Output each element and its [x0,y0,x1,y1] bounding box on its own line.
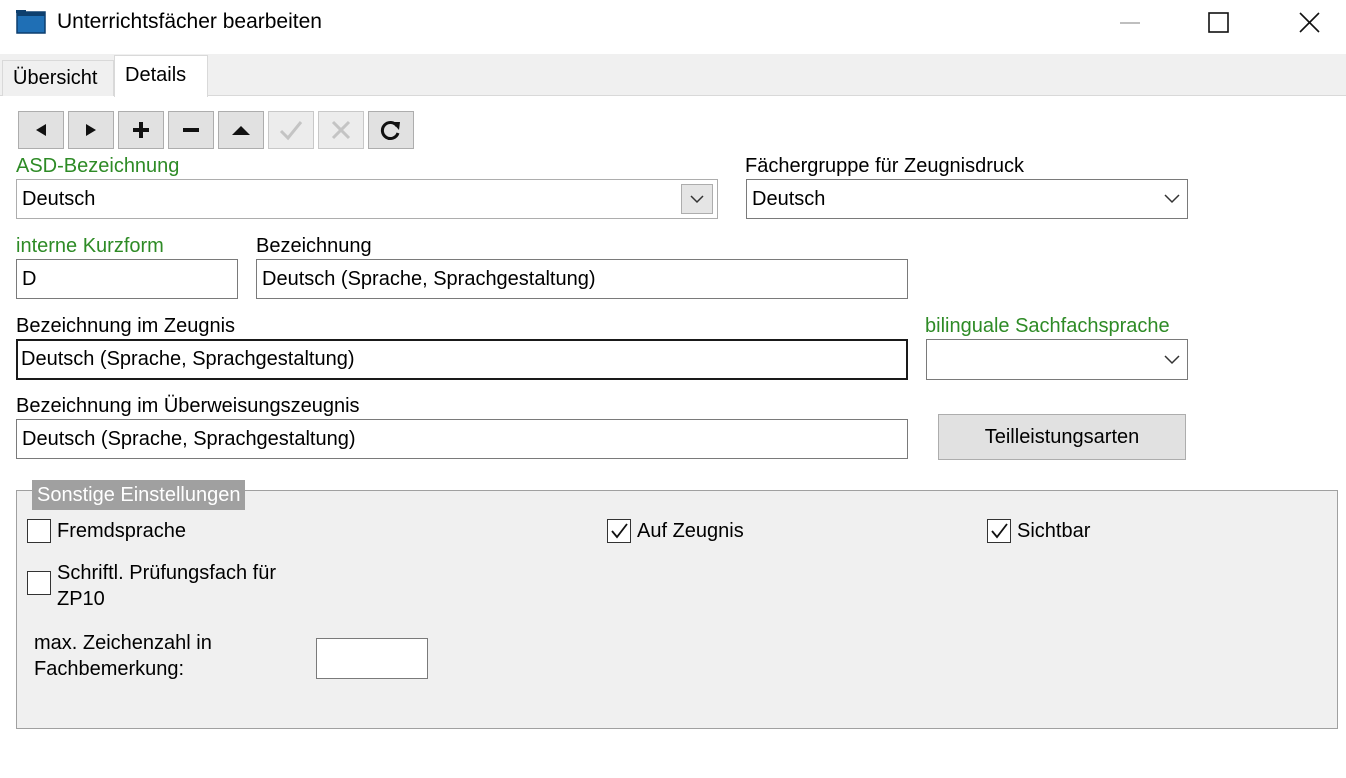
tab-uebersicht[interactable]: Übersicht [2,60,114,96]
asd-bezeichnung-combobox[interactable]: Deutsch [16,179,718,219]
bezeichnung-input[interactable]: Deutsch (Sprache, Sprachgestaltung) [256,259,908,299]
refresh-button[interactable] [368,111,414,149]
previous-record-button[interactable] [18,111,64,149]
minimize-button[interactable] [1085,0,1175,46]
bilingual-label: bilinguale Sachfachsprache [925,315,1170,337]
fremdsprache-checkbox[interactable] [27,519,51,543]
cancel-button[interactable] [318,111,364,149]
next-icon [86,124,96,136]
faechergruppe-combobox[interactable]: Deutsch [746,179,1188,219]
faechergruppe-value: Deutsch [752,187,826,210]
maximize-icon [1208,12,1229,33]
close-button[interactable] [1264,0,1346,46]
faechergruppe-label: Fächergruppe für Zeugnisdruck [745,155,1025,177]
auf-zeugnis-label: Auf Zeugnis [637,520,744,542]
ueberweisung-input[interactable]: Deutsch (Sprache, Sprachgestaltung) [16,419,908,459]
sichtbar-label: Sichtbar [1017,520,1091,542]
max-zeichen-input[interactable] [316,638,428,679]
sichtbar-checkbox[interactable] [987,519,1011,543]
tab-details[interactable]: Details [114,55,208,97]
zeugnis-bezeichnung-label: Bezeichnung im Zeugnis [16,315,236,337]
next-record-button[interactable] [68,111,114,149]
asd-bezeichnung-value: Deutsch [22,187,96,210]
add-icon [133,122,149,138]
window-title: Unterrichtsfächer bearbeiten [57,10,322,33]
zeugnis-bezeichnung-input[interactable]: Deutsch (Sprache, Sprachgestaltung) [16,339,908,380]
bilingual-combobox[interactable] [926,339,1188,380]
bezeichnung-label: Bezeichnung [256,235,372,257]
chevron-down-icon [690,195,704,204]
pruefungsfach-label-line1: Schriftl. Prüfungsfach für [57,562,276,584]
confirm-button[interactable] [268,111,314,149]
maximize-button[interactable] [1174,0,1264,46]
confirm-icon [279,121,303,141]
cancel-icon [331,120,351,140]
close-icon [1299,12,1320,33]
chevron-down-icon [1164,354,1180,364]
checkmark-icon [611,523,628,539]
pruefungsfach-label-line2: ZP10 [57,588,105,610]
ueberweisung-label: Bezeichnung im Überweisungszeugnis [16,395,360,417]
add-record-button[interactable] [118,111,164,149]
kurzform-input[interactable]: D [16,259,238,299]
group-title: Sonstige Einstellungen [32,480,246,510]
teilleistungsarten-button[interactable]: Teilleistungsarten [938,414,1186,460]
delete-record-button[interactable] [168,111,214,149]
minimize-icon [1120,22,1140,24]
pruefungsfach-checkbox[interactable] [27,571,51,595]
first-icon [232,126,250,135]
fremdsprache-label: Fremdsprache [57,520,186,542]
checkmark-icon [991,523,1008,539]
remove-icon [183,128,199,132]
first-record-button[interactable] [218,111,264,149]
previous-icon [36,124,46,136]
max-zeichen-label-line1: max. Zeichenzahl in [34,632,212,654]
asd-bezeichnung-label: ASD-Bezeichnung [16,155,180,177]
app-window-icon [16,10,46,34]
refresh-icon [380,121,400,140]
chevron-down-icon [1164,194,1180,204]
asd-bezeichnung-dropdown-button[interactable] [681,184,713,214]
max-zeichen-label-line2: Fachbemerkung: [34,658,185,680]
kurzform-label: interne Kurzform [16,235,164,257]
auf-zeugnis-checkbox[interactable] [607,519,631,543]
